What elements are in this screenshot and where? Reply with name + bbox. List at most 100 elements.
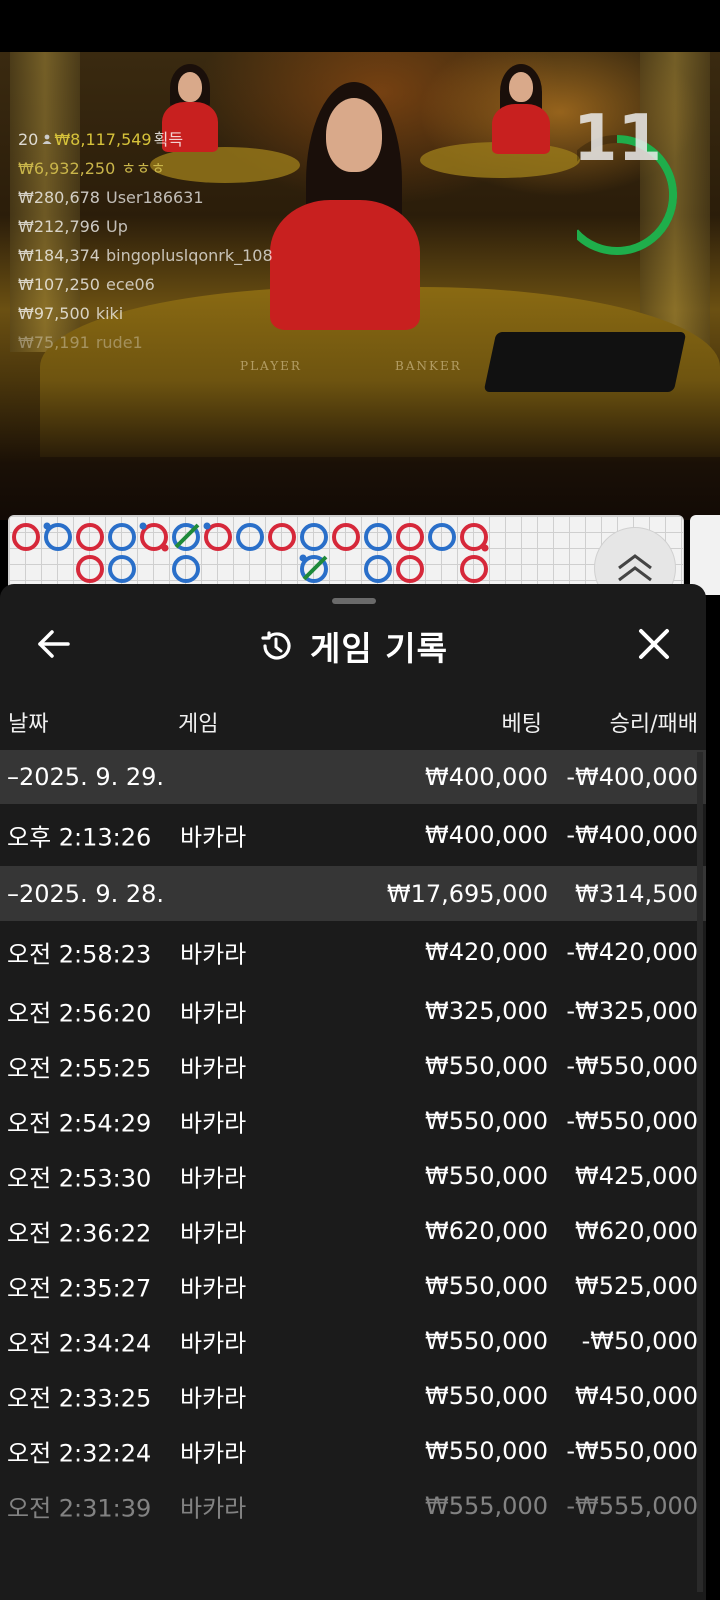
row-bet: ₩550,000 bbox=[425, 1436, 548, 1465]
row-time: 오전 2:54:29 bbox=[7, 1109, 152, 1137]
row-game: 바카라 bbox=[180, 1109, 247, 1137]
table-row[interactable]: 오전 2:33:25 바카라 ₩550,000 ₩450,000 bbox=[0, 1368, 706, 1423]
winners-count: 20 bbox=[18, 130, 39, 149]
winner-name: ece06 bbox=[105, 275, 155, 294]
row-time: 오전 2:34:24 bbox=[7, 1329, 152, 1357]
row-date: –2025. 9. 29. bbox=[7, 763, 165, 791]
winner-amount: ₩97,500 bbox=[18, 304, 90, 323]
row-time: 오전 2:31:39 bbox=[7, 1494, 152, 1522]
countdown-timer: 11 bbox=[573, 102, 663, 176]
winner-amount: ₩107,250 bbox=[18, 275, 100, 294]
winner-name: Up bbox=[105, 217, 128, 236]
winner-name: bingopluslqonrk_108 bbox=[105, 246, 273, 265]
row-bet: ₩400,000 bbox=[425, 821, 548, 849]
table-row[interactable]: 오전 2:35:27 바카라 ₩550,000 ₩525,000 bbox=[0, 1258, 706, 1313]
row-bet: ₩17,695,000 bbox=[386, 879, 548, 908]
winner-amount: ₩75,191 bbox=[18, 333, 90, 352]
row-game: 바카라 bbox=[180, 1384, 247, 1412]
row-time: 오전 2:32:24 bbox=[7, 1439, 152, 1467]
winner-amount: ₩212,796 bbox=[18, 217, 100, 236]
table-row[interactable]: 오후 2:13:26 바카라 ₩400,000 -₩400,000 bbox=[0, 804, 706, 866]
scrollbar[interactable] bbox=[697, 752, 703, 1592]
row-winloss: -₩550,000 bbox=[566, 1051, 698, 1080]
table-row[interactable]: 오전 2:31:39 바카라 ₩555,000 -₩555,000 bbox=[0, 1478, 706, 1533]
row-winloss: -₩420,000 bbox=[566, 938, 698, 966]
row-bet: ₩550,000 bbox=[425, 1381, 548, 1410]
row-date: –2025. 9. 28. bbox=[7, 879, 165, 908]
bead-road[interactable] bbox=[8, 515, 684, 595]
row-game: 바카라 bbox=[180, 1494, 247, 1522]
table-row[interactable]: 오전 2:58:23 바카라 ₩420,000 -₩420,000 bbox=[0, 921, 706, 983]
column-header-bet: 베팅 bbox=[501, 712, 542, 737]
winner-name: User186631 bbox=[105, 188, 204, 207]
winner-row: ₩280,678 User186631 bbox=[18, 183, 273, 212]
drag-handle[interactable] bbox=[332, 598, 376, 604]
winners-list: 20 ₩8,117,549 획득 ₩6,932,250 ㅎㅎㅎ ₩280,678 Use… bbox=[18, 125, 273, 357]
row-winloss: ₩314,500 bbox=[575, 879, 698, 908]
row-bet: ₩420,000 bbox=[425, 938, 548, 966]
row-winloss: -₩50,000 bbox=[581, 1326, 698, 1355]
winners-total: ₩8,117,549 bbox=[54, 130, 152, 149]
row-winloss: ₩525,000 bbox=[575, 1271, 698, 1300]
column-header-game: 게임 bbox=[178, 712, 219, 737]
row-game: 바카라 bbox=[180, 1274, 247, 1302]
row-game: 바카라 bbox=[180, 1439, 247, 1467]
row-time: 오전 2:36:22 bbox=[7, 1219, 152, 1247]
road-secondary bbox=[690, 515, 720, 595]
table-row[interactable]: 오전 2:36:22 바카라 ₩620,000 ₩620,000 bbox=[0, 1203, 706, 1258]
row-game: 바카라 bbox=[180, 1219, 247, 1247]
table-row[interactable]: 오전 2:54:29 바카라 ₩550,000 -₩550,000 bbox=[0, 1093, 706, 1148]
row-time: 오전 2:35:27 bbox=[7, 1274, 152, 1302]
row-bet: ₩550,000 bbox=[425, 1051, 548, 1080]
person-icon bbox=[42, 134, 52, 144]
date-group-row[interactable]: –2025. 9. 28. ₩17,695,000 ₩314,500 bbox=[0, 866, 706, 921]
winner-name: kiki bbox=[95, 304, 124, 323]
status-bar bbox=[0, 0, 720, 52]
winner-row: ₩184,374 bingopluslqonrk_108 bbox=[18, 241, 273, 270]
winner-amount: ₩184,374 bbox=[18, 246, 100, 265]
column-header-date: 날짜 bbox=[8, 712, 49, 737]
winner-row: ₩107,250 ece06 bbox=[18, 270, 273, 299]
row-bet: ₩550,000 bbox=[425, 1326, 548, 1355]
row-winloss: ₩450,000 bbox=[575, 1381, 698, 1410]
sheet-header: 게임 기록 bbox=[0, 622, 706, 670]
winners-summary: 20 ₩8,117,549 획득 bbox=[18, 125, 273, 154]
winners-label: 획득 bbox=[153, 130, 184, 149]
row-time: 오전 2:55:25 bbox=[7, 1054, 152, 1082]
table-row[interactable]: 오전 2:32:24 바카라 ₩550,000 -₩550,000 bbox=[0, 1423, 706, 1478]
row-time: 오후 2:13:26 bbox=[7, 823, 152, 852]
history-icon bbox=[261, 631, 291, 660]
row-time: 오전 2:56:20 bbox=[7, 999, 152, 1027]
row-bet: ₩550,000 bbox=[425, 1161, 548, 1190]
close-icon[interactable] bbox=[634, 624, 674, 664]
row-winloss: -₩400,000 bbox=[566, 821, 698, 849]
row-bet: ₩400,000 bbox=[425, 763, 548, 791]
row-winloss: -₩400,000 bbox=[566, 763, 698, 791]
history-table: –2025. 9. 29. ₩400,000 -₩400,000 오후 2:13… bbox=[0, 750, 706, 1533]
winner-row: ₩6,932,250 ㅎㅎㅎ bbox=[18, 154, 273, 183]
winner-name: ㅎㅎㅎ bbox=[121, 159, 166, 178]
row-game: 바카라 bbox=[180, 823, 247, 852]
page-title: 게임 기록 bbox=[310, 629, 448, 668]
row-bet: ₩620,000 bbox=[425, 1216, 548, 1245]
winner-amount: ₩280,678 bbox=[18, 188, 100, 207]
winner-row: ₩212,796 Up bbox=[18, 212, 273, 241]
row-bet: ₩550,000 bbox=[425, 1106, 548, 1135]
table-row[interactable]: 오전 2:55:25 바카라 ₩550,000 -₩550,000 bbox=[0, 1038, 706, 1093]
row-bet: ₩550,000 bbox=[425, 1271, 548, 1300]
row-bet: ₩325,000 bbox=[425, 996, 548, 1025]
table-label-banker: BANKER bbox=[395, 359, 462, 373]
row-time: 오전 2:33:25 bbox=[7, 1384, 152, 1412]
table-row[interactable]: 오전 2:53:30 바카라 ₩550,000 ₩425,000 bbox=[0, 1148, 706, 1203]
table-row[interactable]: 오전 2:34:24 바카라 ₩550,000 -₩50,000 bbox=[0, 1313, 706, 1368]
winner-row: ₩75,191 rude1 bbox=[18, 328, 273, 357]
date-group-row[interactable]: –2025. 9. 29. ₩400,000 -₩400,000 bbox=[0, 750, 706, 804]
table-row[interactable]: 오전 2:56:20 바카라 ₩325,000 -₩325,000 bbox=[0, 983, 706, 1038]
row-bet: ₩555,000 bbox=[425, 1491, 548, 1520]
row-game: 바카라 bbox=[180, 1054, 247, 1082]
row-winloss: -₩555,000 bbox=[566, 1491, 698, 1520]
column-header-winloss: 승리/패배 bbox=[609, 712, 698, 737]
row-time: 오전 2:53:30 bbox=[7, 1164, 152, 1192]
row-game: 바카라 bbox=[180, 1164, 247, 1192]
table-label-player: PLAYER bbox=[240, 359, 302, 373]
